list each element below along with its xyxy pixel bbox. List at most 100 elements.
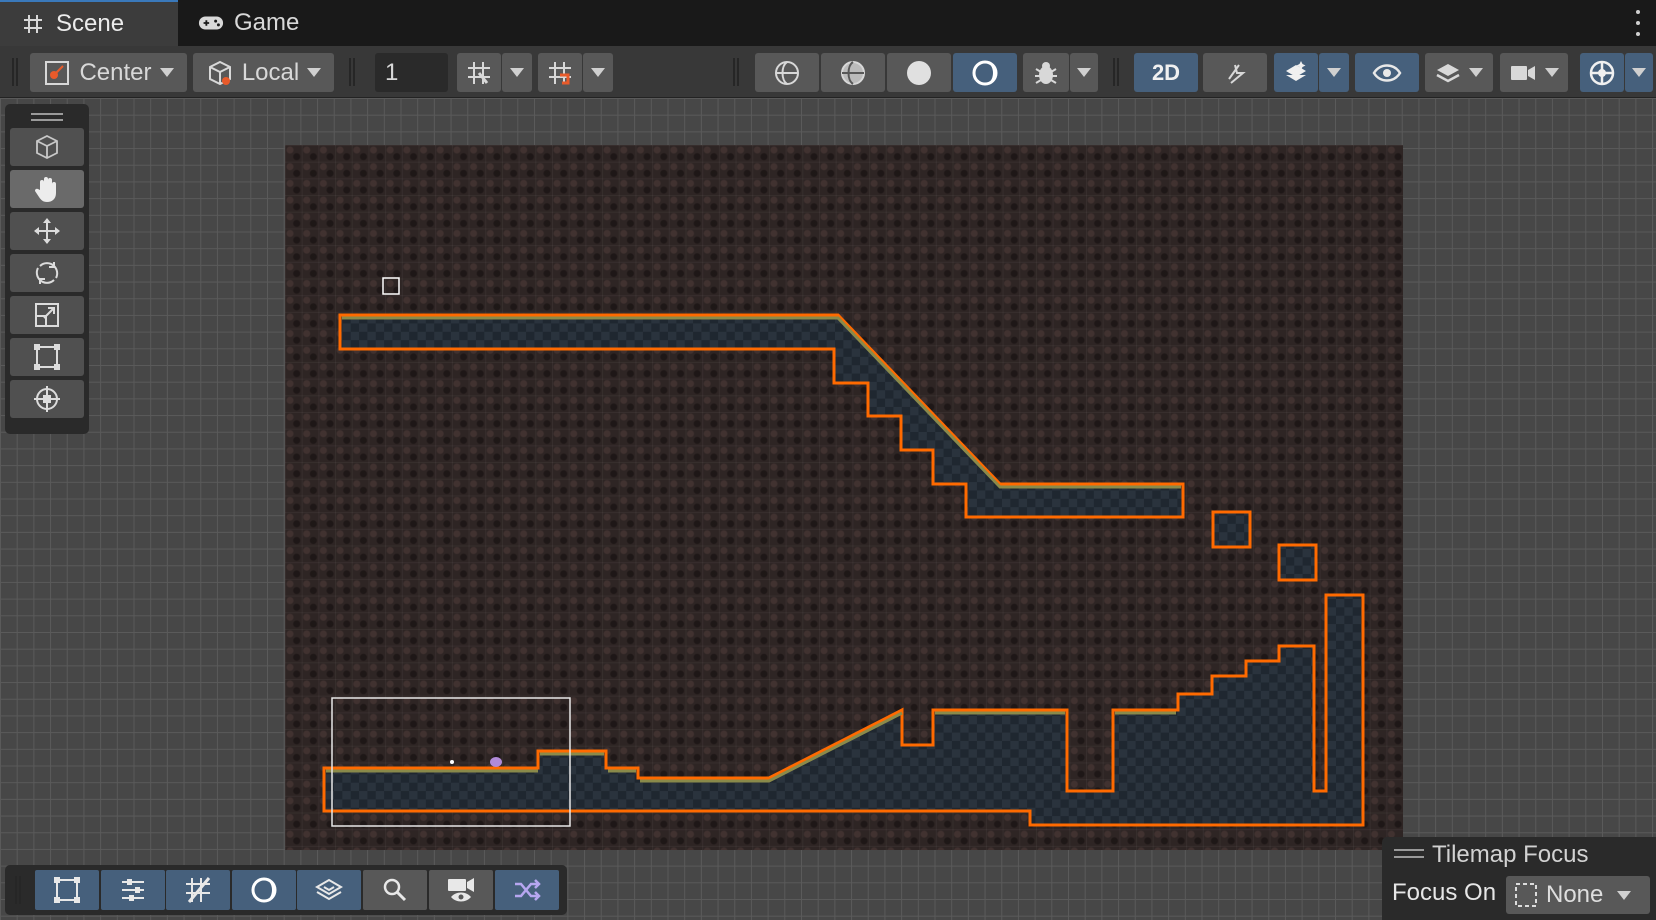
solid-sphere-icon — [907, 60, 931, 85]
chevron-down-icon — [1632, 68, 1646, 77]
effects-layers-icon — [1286, 60, 1306, 81]
camera-eye-icon — [448, 878, 474, 902]
transform-tool-button[interactable] — [10, 380, 84, 418]
lighting-toggle-button[interactable] — [232, 870, 296, 910]
tilemap-level — [322, 277, 1365, 827]
layers-icon — [1436, 63, 1460, 82]
gizmos-button[interactable] — [1580, 53, 1624, 92]
2d-mode-button[interactable]: 2D — [1134, 53, 1198, 92]
chevron-down-icon — [591, 68, 605, 77]
lower-ground-collider[interactable] — [322, 593, 1365, 827]
layers-dropdown[interactable] — [1425, 53, 1493, 92]
focus-on-dropdown[interactable]: None — [1506, 876, 1650, 914]
lighting-sphere-icon — [251, 877, 277, 903]
tilemap-overlay-toolbar — [5, 865, 567, 915]
pivot-center-icon — [45, 60, 70, 85]
scale-tool-button[interactable] — [10, 296, 84, 334]
light-off-icon — [1228, 63, 1246, 84]
lighting-sphere-icon — [972, 60, 998, 85]
view-tool-button[interactable] — [10, 128, 84, 166]
grid-slash-icon — [186, 877, 211, 903]
chevron-down-icon — [1545, 68, 1559, 77]
pivot-rotation-label: Local — [241, 58, 300, 86]
shaded-wire-sphere-icon — [841, 60, 865, 85]
tools-overlay — [5, 104, 89, 434]
tab-game-label: Game — [234, 9, 300, 36]
gizmo-globe-icon — [1589, 60, 1615, 85]
toolbar-grip — [1113, 58, 1119, 86]
grid-visibility-button[interactable] — [457, 53, 501, 92]
grid-options-dropdown[interactable] — [502, 53, 532, 92]
tab-game[interactable]: Game — [178, 0, 328, 46]
grid-snap-button[interactable] — [538, 53, 582, 92]
pickup-sprite[interactable] — [450, 760, 454, 764]
debug-draw-dropdown[interactable] — [1070, 53, 1098, 92]
overlay-drag-handle[interactable] — [1394, 849, 1424, 858]
scene-toolbar: Center Local 1 2D — [0, 46, 1656, 98]
grid-increment-input[interactable]: 1 — [375, 53, 448, 92]
chevron-down-icon — [1617, 890, 1632, 900]
chevron-down-icon — [510, 68, 524, 77]
shaded-mode-button[interactable] — [887, 53, 951, 92]
rotate-icon — [35, 262, 59, 284]
pivot-mode-label: Center — [79, 58, 152, 86]
random-shuffle-button[interactable] — [495, 870, 559, 910]
gizmos-dropdown[interactable] — [1625, 53, 1653, 92]
tilemap-focus-overlay: Tilemap Focus Focus On None — [1382, 837, 1656, 920]
tab-scene[interactable]: Scene — [0, 0, 178, 46]
pivot-mode-dropdown[interactable]: Center — [30, 53, 187, 92]
grid-icon — [468, 61, 490, 84]
move-arrows-icon — [34, 218, 60, 244]
stacked-layers-icon — [315, 878, 343, 901]
tile-select-button[interactable] — [35, 870, 99, 910]
move-tool-button[interactable] — [10, 212, 84, 250]
chevron-down-icon — [1077, 68, 1091, 77]
scene-lighting-button[interactable] — [1203, 53, 1267, 92]
rotate-tool-button[interactable] — [10, 254, 84, 292]
hand-tool-button[interactable] — [10, 170, 84, 208]
scene-visibility-button[interactable] — [1355, 53, 1419, 92]
grid-hash-icon — [20, 11, 46, 37]
more-options-icon[interactable] — [1634, 10, 1642, 36]
camera-settings-dropdown[interactable] — [1500, 53, 1568, 92]
wireframe-sphere-icon — [775, 60, 799, 85]
toolbar-grip — [12, 58, 18, 86]
tile-properties-button[interactable] — [101, 870, 165, 910]
grid-toggle-button[interactable] — [166, 870, 230, 910]
focus-on-value: None — [1546, 881, 1604, 908]
chevron-down-icon — [307, 68, 322, 77]
camera-preview-button[interactable] — [429, 870, 493, 910]
tilemap-focus-title: Tilemap Focus — [1432, 841, 1589, 868]
scale-icon — [35, 303, 59, 327]
wireframe-mode-button[interactable] — [755, 53, 819, 92]
player-sprite[interactable] — [490, 757, 502, 767]
focus-on-label: Focus On — [1392, 879, 1497, 906]
debug-draw-button[interactable] — [1023, 53, 1069, 92]
local-cube-icon — [208, 60, 231, 85]
overlay-drag-handle[interactable] — [9, 110, 85, 124]
camera-icon — [1511, 65, 1535, 80]
toolbar-grip — [349, 58, 355, 86]
grid-snap-icon — [549, 61, 571, 84]
floating-block-1[interactable] — [1211, 510, 1252, 549]
search-button[interactable] — [363, 870, 427, 910]
cube-icon — [36, 134, 58, 160]
floating-block-2[interactable] — [1277, 543, 1318, 582]
unlit-mode-button[interactable] — [953, 53, 1017, 92]
grid-increment-value: 1 — [385, 58, 399, 86]
rect-transform-icon — [34, 344, 60, 370]
shaded-wireframe-button[interactable] — [821, 53, 885, 92]
shuffle-icon — [515, 879, 541, 901]
scene-effects-dropdown[interactable] — [1319, 53, 1349, 92]
tab-scene-label: Scene — [56, 10, 125, 37]
layer-toggle-button[interactable] — [297, 870, 361, 910]
hand-icon — [34, 177, 56, 202]
scene-effects-button[interactable] — [1274, 53, 1318, 92]
scene-viewport[interactable] — [0, 98, 1656, 920]
spawn-marker[interactable] — [382, 277, 400, 295]
snap-options-dropdown[interactable] — [583, 53, 613, 92]
rect-tool-button[interactable] — [10, 338, 84, 376]
pivot-rotation-dropdown[interactable]: Local — [193, 53, 334, 92]
select-rect-icon — [54, 877, 80, 903]
dashed-rect-icon — [1515, 883, 1537, 907]
